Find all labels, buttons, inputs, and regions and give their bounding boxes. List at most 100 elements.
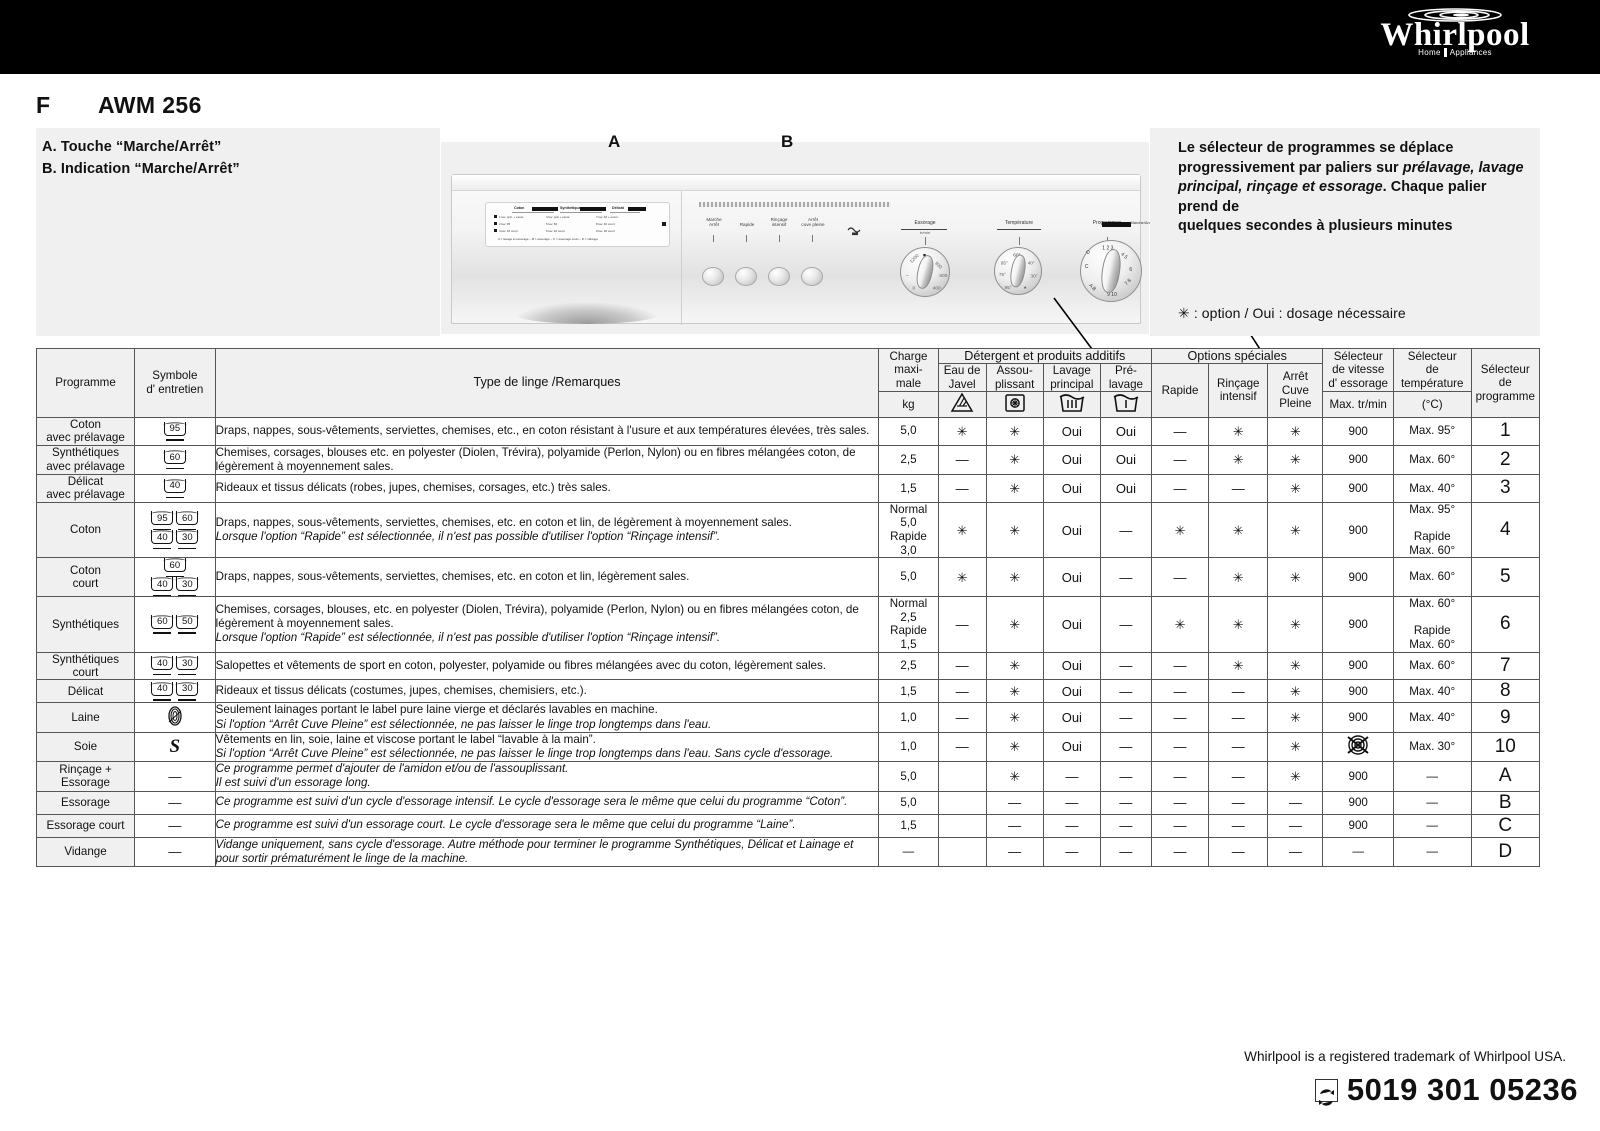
cell-programme: Synthétiques court [35, 651, 136, 681]
cell-rincage-intensif: — [1208, 813, 1269, 838]
table-body: Coton avec prélavage 95 Draps, nappes, sou… [35, 416, 1541, 868]
cell-assouplissant: ✳ [985, 444, 1044, 476]
panel-label-rincage-l1: Rinçage [770, 217, 788, 222]
cell-arret-cuve: ✳ [1267, 474, 1324, 503]
svg-text:95°: 95° [1001, 260, 1008, 266]
knob-essorage[interactable]: 1200 ■ 900 600 400 0 ~ [900, 247, 950, 297]
cell-vitesse: — [1322, 836, 1394, 868]
care-symbol-60: 60 [162, 558, 187, 578]
cell-prelavage: Oui [1099, 444, 1152, 476]
svg-text:~: ~ [906, 274, 909, 279]
cell-eau-javel: — [937, 474, 987, 503]
row-description: Draps, nappes, sous-vêtements, serviette… [215, 424, 870, 438]
panel-label-cuve-l2: cuve pleine [801, 222, 825, 228]
svg-text:75°: 75° [999, 272, 1006, 278]
cell-eau-javel: ✳ [937, 416, 987, 446]
care-symbol-40: 40 [150, 656, 175, 676]
cell-temperature: Max. 60° [1392, 651, 1472, 681]
cell-vitesse: 900 [1322, 813, 1394, 838]
cell-symbole: 60 [134, 444, 216, 476]
cell-programme: Vidange [35, 836, 136, 868]
svg-text:900: 900 [933, 261, 943, 271]
cell-rincage-intensif: — [1208, 702, 1269, 733]
display-strip [699, 202, 891, 207]
cell-type-linge: Vêtements en lin, soie, laine et viscose… [214, 731, 880, 763]
cell-eau-javel: — [937, 731, 987, 763]
cell-type-linge: Salopettes et vêtements de sport en coto… [214, 651, 880, 681]
svg-text:●: ● [1024, 286, 1027, 291]
cell-vitesse [1322, 731, 1394, 763]
cell-symbole: — [134, 836, 216, 868]
care-symbol-30: 30 [175, 681, 200, 701]
row-description-note: Lorsque l'option “Rapide” est sélectionn… [215, 530, 721, 543]
cell-programme: Délicat avec prélavage [35, 474, 136, 503]
care-symbol-line: 40 30 [135, 530, 215, 549]
panel-label-marche-arret-l2: Arrêt [709, 222, 719, 228]
knob-programmes[interactable]: 1 2 3 4 5 6 7 8 9 10 A B C D [1080, 240, 1142, 302]
care-symbol-40: 40 [162, 478, 187, 498]
card-col-delicat: Délicat [612, 206, 624, 210]
cell-vitesse: 900 [1322, 444, 1394, 476]
brand-tagline-left: Home [1418, 48, 1441, 57]
cell-charge: Normal 2,5 Rapide 1,5 [878, 596, 939, 653]
cell-temperature: — [1392, 836, 1472, 868]
care-symbol-30: 30 [175, 530, 200, 549]
trademark-note: Whirlpool is a registered trademark of W… [1244, 1049, 1566, 1064]
cell-charge: 5,0 [878, 790, 939, 815]
cell-type-linge: Ce programme est suivi d'un cycle d'esso… [214, 790, 880, 815]
svg-text:9 10: 9 10 [1107, 292, 1117, 298]
svg-text:400: 400 [933, 285, 941, 291]
row-description: Rideaux et tissus délicats (costumes, ju… [215, 684, 587, 698]
cell-assouplissant: ✳ [985, 731, 1044, 763]
cell-assouplissant: — [985, 836, 1044, 868]
row-description-note: Si l'option “Arrêt Cuve Pleine” est séle… [215, 746, 834, 760]
care-symbol-none: — [168, 818, 182, 834]
cell-programme: Délicat [35, 679, 136, 704]
cell-rapide: — [1150, 557, 1210, 598]
cell-charge: — [878, 836, 939, 868]
cell-rapide: — [1150, 761, 1210, 792]
panel-label-marche-arret: Marche Arrêt [697, 217, 731, 228]
svg-text:0: 0 [913, 285, 916, 291]
cell-programme: Essorage court [35, 813, 136, 838]
header-selecteur-temperature: Sélecteur de température [1392, 347, 1472, 393]
cell-symbole: 40 30 [134, 651, 216, 681]
panel-label-marche-arret-l1: Marche [706, 217, 722, 222]
cell-rapide: — [1150, 702, 1210, 733]
care-symbol-40: 40 [150, 530, 175, 549]
cell-vitesse: 900 [1322, 679, 1394, 704]
care-symbol-60: 60 [162, 450, 187, 470]
cell-type-linge: Ce programme est suivi d'un essorage cou… [214, 813, 880, 838]
cell-prelavage: — [1099, 702, 1152, 733]
cell-arret-cuve: ✳ [1267, 501, 1324, 559]
cell-charge: 1,5 [878, 679, 939, 704]
push-button-marche-arret[interactable] [702, 267, 724, 286]
cell-temperature: Max. 60° Rapide Max. 60° [1392, 596, 1472, 653]
cell-rincage-intensif: ✳ [1208, 501, 1269, 559]
knob-temperature[interactable]: 60° 40° 30° ● 95° 75° 95° [994, 247, 1042, 295]
cell-temperature: Max. 60° [1392, 557, 1472, 598]
cell-rincage-intensif: — [1208, 474, 1269, 503]
cell-temperature: Max. 95° Rapide Max. 60° [1392, 501, 1472, 559]
cell-eau-javel [937, 836, 987, 868]
cell-prelavage: — [1099, 557, 1152, 598]
cell-type-linge: Chemises, corsages, blouses, etc. en pol… [214, 596, 880, 653]
header-symbole-entretien: Symbole d' entretien [134, 348, 216, 418]
no-spin-icon [1347, 735, 1369, 756]
push-button-arret-cuve-pleine[interactable] [801, 267, 823, 286]
care-symbol-hand-wash: S [169, 735, 181, 757]
fabric-softener-icon [1004, 394, 1025, 412]
cell-temperature: — [1392, 813, 1472, 838]
cell-charge: 5,0 [878, 557, 939, 598]
callout-label-b: B [781, 132, 794, 151]
push-button-rincage-intensif[interactable] [768, 267, 790, 286]
cell-arret-cuve: ✳ [1267, 731, 1324, 763]
care-symbol-50: 50 [175, 614, 200, 634]
cell-vitesse: 900 [1322, 761, 1394, 792]
push-button-rapide[interactable] [735, 267, 757, 286]
cell-rapide: ✳ [1150, 596, 1210, 653]
header-lavage-principal: Lavage principal [1042, 362, 1101, 393]
icon-softener [985, 391, 1044, 418]
knob-label-temperature: Température [1004, 220, 1034, 226]
cell-rapide: — [1150, 731, 1210, 763]
